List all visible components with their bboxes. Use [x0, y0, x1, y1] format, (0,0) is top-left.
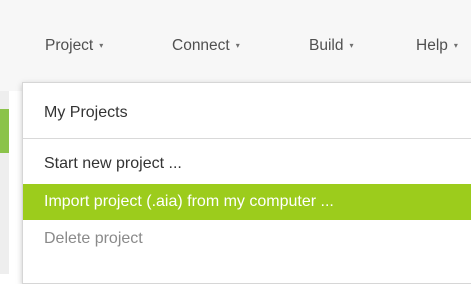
chevron-down-icon: ▾: [453, 40, 458, 50]
menu-item-label: Import project (.aia) from my computer .…: [44, 193, 334, 210]
top-menu-bar: Project ▾ Connect ▾ Build ▾ Help ▾: [0, 0, 471, 91]
menu-build[interactable]: Build ▾: [309, 33, 353, 59]
menu-item-label: Delete project: [44, 230, 143, 247]
chevron-down-icon: ▾: [99, 40, 104, 50]
chevron-down-icon: ▾: [235, 40, 240, 50]
menu-project[interactable]: Project ▾: [45, 33, 103, 59]
project-dropdown-menu: My Projects Start new project ... Import…: [22, 82, 471, 284]
menu-build-label: Build: [309, 37, 344, 54]
menu-divider: [23, 138, 471, 139]
menu-connect-label: Connect: [172, 37, 230, 54]
menu-item-delete-project: Delete project: [23, 221, 471, 257]
chevron-down-icon: ▾: [349, 40, 354, 50]
menu-item-import-project[interactable]: Import project (.aia) from my computer .…: [23, 184, 471, 220]
menu-item-label: Start new project ...: [44, 155, 182, 172]
menu-project-label: Project: [45, 37, 94, 54]
menu-item-label: My Projects: [44, 104, 128, 121]
menu-help[interactable]: Help ▾: [416, 33, 458, 59]
menu-item-start-new-project[interactable]: Start new project ...: [23, 146, 471, 182]
side-panel-accent: [0, 109, 9, 153]
menu-connect[interactable]: Connect ▾: [172, 33, 240, 59]
menu-item-my-projects[interactable]: My Projects: [23, 95, 471, 131]
menu-help-label: Help: [416, 37, 448, 54]
